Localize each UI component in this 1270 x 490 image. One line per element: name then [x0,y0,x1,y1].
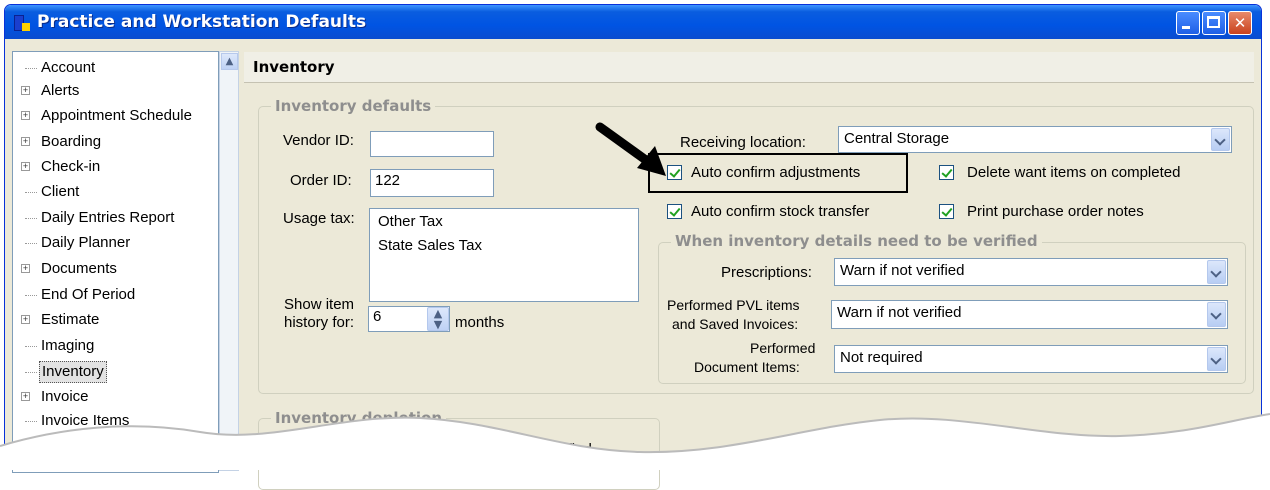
tree-scrollbar[interactable]: ▲ [219,51,239,471]
window-title: Practice and Workstation Defaults [37,12,367,32]
chevron-down-icon[interactable] [1207,347,1226,371]
auto-confirm-stock-transfer-label: Auto confirm stock transfer [691,203,870,220]
list-item[interactable]: State Sales Tax [378,237,630,261]
close-button[interactable]: ✕ [1228,11,1252,35]
prescriptions-select[interactable]: Warn if not verified [834,258,1228,286]
pvl-select[interactable]: Warn if not verified [831,300,1228,329]
delete-want-items-checkbox[interactable] [939,165,954,180]
chevron-down-icon[interactable] [1211,128,1230,151]
expand-icon[interactable]: + [21,264,30,273]
panel-header: Inventory [244,52,1254,83]
auto-confirm-adjustments-checkbox[interactable] [667,165,682,180]
prescriptions-value: Warn if not verified [840,262,965,279]
expand-icon[interactable]: + [21,137,30,146]
usage-tax-list[interactable]: Other Tax State Sales Tax [369,208,639,302]
doc-label-1: Performed [750,340,816,356]
print-po-notes-checkbox[interactable] [939,204,954,219]
order-id-label: Order ID: [290,172,352,189]
order-id-value: 122 [375,172,401,189]
chevron-down-icon[interactable] [1207,302,1226,327]
prescriptions-label: Prescriptions: [721,264,812,281]
show-item-label: Show item [284,296,355,313]
receiving-location-value: Central Storage [844,130,950,147]
spin-updown-icon[interactable]: ▲ ▼ [427,307,449,331]
history-value: 6 [373,308,382,325]
history-for-label: history for: [284,314,355,331]
chevron-down-icon[interactable] [1207,260,1226,284]
doc-items-value: Not required [840,349,923,366]
auto-confirm-stock-transfer-checkbox[interactable] [667,204,682,219]
minimize-button[interactable] [1176,11,1200,35]
vendor-id-input[interactable] [370,131,494,157]
expand-icon[interactable]: + [21,315,30,324]
pvl-label-1: Performed PVL items [667,297,800,313]
minimize-icon [1182,26,1190,29]
settings-tree[interactable]: Account + Alerts + Appointment Schedule + B… [12,51,219,473]
expand-icon[interactable]: + [21,111,30,120]
delete-want-items-label: Delete want items on completed [967,164,1181,181]
pvl-value: Warn if not verified [837,304,962,321]
order-id-input[interactable]: 122 [370,169,494,197]
doc-items-select[interactable]: Not required [834,345,1228,373]
maximize-button[interactable] [1202,11,1226,35]
doc-label-2: Document Items: [694,359,800,375]
inventory-depletion-title: Inventory depletion [271,409,447,427]
expand-icon[interactable]: + [21,162,30,171]
expand-icon[interactable]: + [21,86,30,95]
panel-title: Inventory [253,58,335,76]
close-icon: ✕ [1233,14,1247,32]
title-bar[interactable]: Practice and Workstation Defaults ✕ [5,5,1261,39]
receiving-location-select[interactable]: Central Storage [838,126,1232,153]
inventory-defaults-title: Inventory defaults [271,97,436,115]
print-po-notes-label: Print purchase order notes [967,203,1144,220]
vendor-id-label: Vendor ID: [283,132,354,149]
months-label: months [455,314,505,331]
auto-confirm-adjustments-label: Auto confirm adjustments [691,164,861,181]
pvl-label-2: and Saved Invoices: [672,316,799,332]
depletion-text: Automatically mark inventory details as … [280,441,592,458]
receiving-location-label: Receiving location: [680,134,806,151]
expand-icon[interactable]: + [21,392,30,401]
app-icon [14,15,30,31]
usage-tax-label: Usage tax: [283,210,355,227]
maximize-icon [1207,16,1220,28]
list-item[interactable]: Other Tax [378,213,630,237]
scroll-up-arrow-icon[interactable]: ▲ [221,53,238,70]
verify-group-title: When inventory details need to be verifi… [671,232,1042,250]
